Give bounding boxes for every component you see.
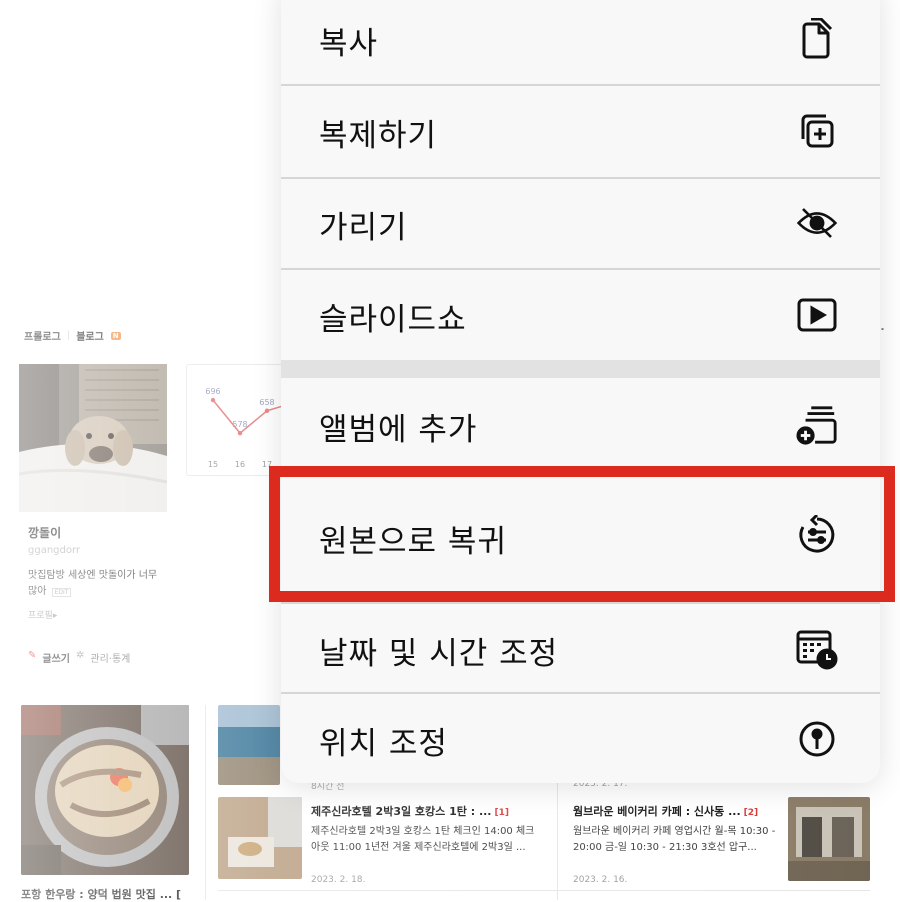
tab-prologue[interactable]: 프롤로그 [24, 328, 61, 343]
blog-tabs: 프롤로그 | 블로그 N [24, 328, 121, 343]
post-thumbnail-hotel-room[interactable] [218, 797, 302, 879]
column-divider [557, 780, 558, 900]
manage-stats-link[interactable]: 관리·통계 [90, 650, 130, 665]
menu-item-label: 슬라이드쇼 [319, 302, 467, 338]
stats-value-label: 696 [205, 387, 220, 396]
menu-item-label: 가리기 [319, 210, 408, 246]
menu-item-label: 위치 조정 [319, 726, 448, 762]
duplicate-icon [796, 110, 838, 152]
stats-day-label: 16 [235, 460, 245, 469]
column-divider [205, 705, 206, 900]
stats-line [212, 399, 287, 435]
photo-context-menu: 복사 복제하기 가리기 슬라이드쇼 앨범에 추가 원본으로 복귀 날짜 및 시간… [281, 0, 880, 783]
menu-item-revert-to-original[interactable]: 원본으로 복귀 [281, 468, 880, 602]
calendar-clock-icon [796, 628, 838, 670]
tab-separator: | [66, 330, 71, 341]
post-title-text[interactable]: 제주신라호텔 2박3일 호캉스 1탄 : ... [311, 805, 491, 818]
stats-day-label: 17 [262, 460, 272, 469]
menu-item-duplicate[interactable]: 복제하기 [281, 86, 880, 177]
menu-item-label: 원본으로 복귀 [319, 524, 507, 560]
post-thumbnail-hotel-pool[interactable] [218, 705, 280, 785]
post-thumbnail-cafe[interactable] [788, 797, 870, 881]
menu-item-label: 날짜 및 시간 조정 [319, 636, 559, 672]
post-excerpt: 제주신라호텔 2박3일 호캉스 1탄 체크인 14:00 체크아웃 11:00 … [311, 826, 535, 853]
edit-badge[interactable]: EDIT [51, 588, 72, 597]
menu-item-copy[interactable]: 복사 [281, 0, 880, 84]
eye-slash-icon [796, 202, 838, 244]
post-date: 2023. 2. 16. [573, 875, 628, 885]
menu-item-adjust-location[interactable]: 위치 조정 [281, 694, 880, 783]
menu-item-slideshow[interactable]: 슬라이드쇼 [281, 270, 880, 360]
post-title[interactable]: 제주신라호텔 2박3일 호캉스 1탄 : ... [1] [311, 803, 509, 819]
visitor-stats-chart: 696 15 578 16 658 17 [186, 364, 288, 476]
stats-value-label: 578 [232, 420, 247, 429]
comment-count: [2] [743, 808, 759, 818]
profile-description-text: 맛집탐방 세상엔 맛돌이가 너무 많아 [28, 570, 158, 597]
menu-item-adjust-date-time[interactable]: 날짜 및 시간 조정 [281, 604, 880, 692]
stats-day-label: 15 [208, 460, 218, 469]
tab-blog[interactable]: 블로그 [76, 328, 104, 343]
location-pin-icon [796, 718, 838, 760]
menu-item-label: 앨범에 추가 [319, 412, 478, 448]
post-date: 2023. 2. 18. [311, 875, 366, 885]
play-icon [796, 294, 838, 336]
comment-count: [1] [494, 808, 509, 818]
profile-link[interactable]: 프로필▸ [28, 608, 57, 621]
menu-item-label: 복제하기 [319, 118, 438, 154]
gear-icon: ✲ [76, 650, 85, 661]
stats-point [264, 408, 270, 413]
post-title-text[interactable]: 웜브라운 베이커리 카페 : 신사동 ... [573, 805, 741, 818]
new-badge: N [110, 331, 121, 340]
row-divider [218, 890, 870, 891]
revert-icon [796, 514, 838, 556]
menu-item-label: 복사 [319, 26, 379, 62]
stats-point [237, 430, 243, 436]
post-title[interactable]: 웜브라운 베이커리 카페 : 신사동 ... [2] [573, 803, 758, 819]
blog-actions: ✎ 글쓰기 ✲ 관리·통계 [28, 650, 130, 665]
tab-edge-mark: ˟ [880, 328, 885, 339]
menu-item-hide[interactable]: 가리기 [281, 179, 880, 268]
post-excerpt: 웜브라운 베이커리 카페 영업시간 월-목 10:30 - 20:00 금-일 … [573, 826, 776, 853]
post-thumbnail-food[interactable] [21, 705, 189, 875]
profile-photo[interactable] [19, 364, 167, 512]
add-to-album-icon [796, 404, 838, 446]
menu-group-gap [281, 360, 880, 378]
stats-value-label: 658 [259, 398, 274, 407]
pencil-icon: ✎ [28, 650, 37, 661]
menu-item-add-to-album[interactable]: 앨범에 추가 [281, 378, 880, 466]
profile-name: 깡돌이 [28, 526, 62, 540]
copy-icon [796, 18, 838, 60]
profile-description: 맛집탐방 세상엔 맛돌이가 너무 많아 EDIT [28, 568, 158, 601]
write-button[interactable]: 글쓰기 [42, 650, 70, 665]
stats-point [210, 397, 216, 403]
profile-id: ggangdorr [28, 545, 81, 556]
